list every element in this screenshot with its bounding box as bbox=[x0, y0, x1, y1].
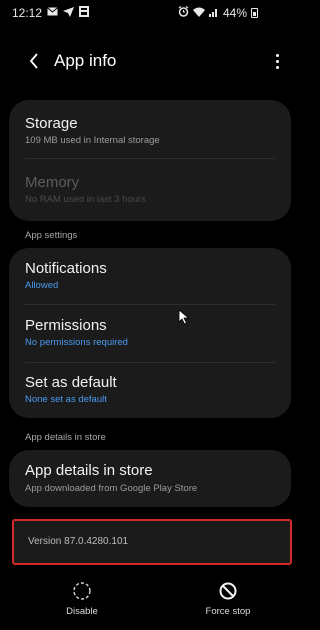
sim-icon bbox=[79, 6, 90, 20]
disable-label: Disable bbox=[66, 606, 98, 617]
chevron-left-icon bbox=[29, 53, 38, 69]
status-right: 44% bbox=[178, 0, 259, 26]
storage-title: Storage bbox=[25, 115, 78, 132]
status-bar: 12:12 44% bbox=[0, 0, 297, 26]
force-stop-icon bbox=[219, 582, 237, 600]
back-button[interactable] bbox=[24, 50, 44, 72]
disable-button[interactable]: Disable bbox=[37, 575, 127, 625]
app-details-in-store-item[interactable]: App details in store App downloaded from… bbox=[9, 450, 291, 507]
store-section-label: App details in store bbox=[25, 432, 106, 443]
memory-subtitle: No RAM used in last 3 hours bbox=[25, 194, 146, 205]
page-title: App info bbox=[54, 51, 117, 70]
permissions-title: Permissions bbox=[25, 317, 107, 334]
status-left: 12:12 bbox=[12, 6, 90, 20]
set-as-default-item[interactable]: Set as default None set as default bbox=[9, 363, 291, 418]
app-settings-card: Notifications Allowed Permissions No per… bbox=[9, 248, 291, 418]
set-as-default-subtitle: None set as default bbox=[25, 394, 107, 405]
battery-icon bbox=[251, 8, 259, 18]
notifications-subtitle: Allowed bbox=[25, 280, 59, 291]
force-stop-button[interactable]: Force stop bbox=[183, 575, 273, 625]
store-card: App details in store App downloaded from… bbox=[9, 450, 291, 507]
more-options-button[interactable] bbox=[268, 50, 286, 72]
app-details-title: App details in store bbox=[25, 462, 153, 479]
force-stop-label: Force stop bbox=[205, 606, 251, 617]
notifications-item[interactable]: Notifications Allowed bbox=[9, 248, 291, 304]
set-as-default-title: Set as default bbox=[25, 374, 117, 391]
mail-icon bbox=[47, 7, 58, 19]
app-bar: App info bbox=[0, 44, 297, 78]
more-vertical-icon bbox=[275, 53, 279, 57]
alarm-icon bbox=[178, 6, 189, 20]
memory-item: Memory No RAM used in last 3 hours bbox=[9, 159, 291, 221]
storage-item[interactable]: Storage 109 MB used in Internal storage bbox=[9, 100, 291, 158]
permissions-item[interactable]: Permissions No permissions required bbox=[9, 305, 291, 361]
version-text: Version 87.0.4280.101 bbox=[28, 536, 129, 547]
signal-icon bbox=[209, 7, 219, 20]
wifi-icon bbox=[193, 7, 205, 20]
notifications-title: Notifications bbox=[25, 260, 107, 277]
memory-title: Memory bbox=[25, 174, 80, 191]
storage-card: Storage 109 MB used in Internal storage … bbox=[9, 100, 291, 221]
disable-icon bbox=[73, 582, 91, 600]
app-details-subtitle: App downloaded from Google Play Store bbox=[25, 483, 198, 494]
storage-subtitle: 109 MB used in Internal storage bbox=[25, 135, 160, 146]
mouse-cursor-icon bbox=[178, 309, 190, 325]
battery-percent: 44% bbox=[223, 6, 248, 20]
status-time: 12:12 bbox=[12, 6, 43, 20]
send-icon bbox=[63, 6, 75, 20]
version-info: Version 87.0.4280.101 bbox=[12, 519, 292, 565]
app-settings-label: App settings bbox=[25, 230, 78, 241]
permissions-subtitle: No permissions required bbox=[25, 337, 128, 348]
bottom-action-bar: Disable Force stop bbox=[0, 575, 297, 630]
